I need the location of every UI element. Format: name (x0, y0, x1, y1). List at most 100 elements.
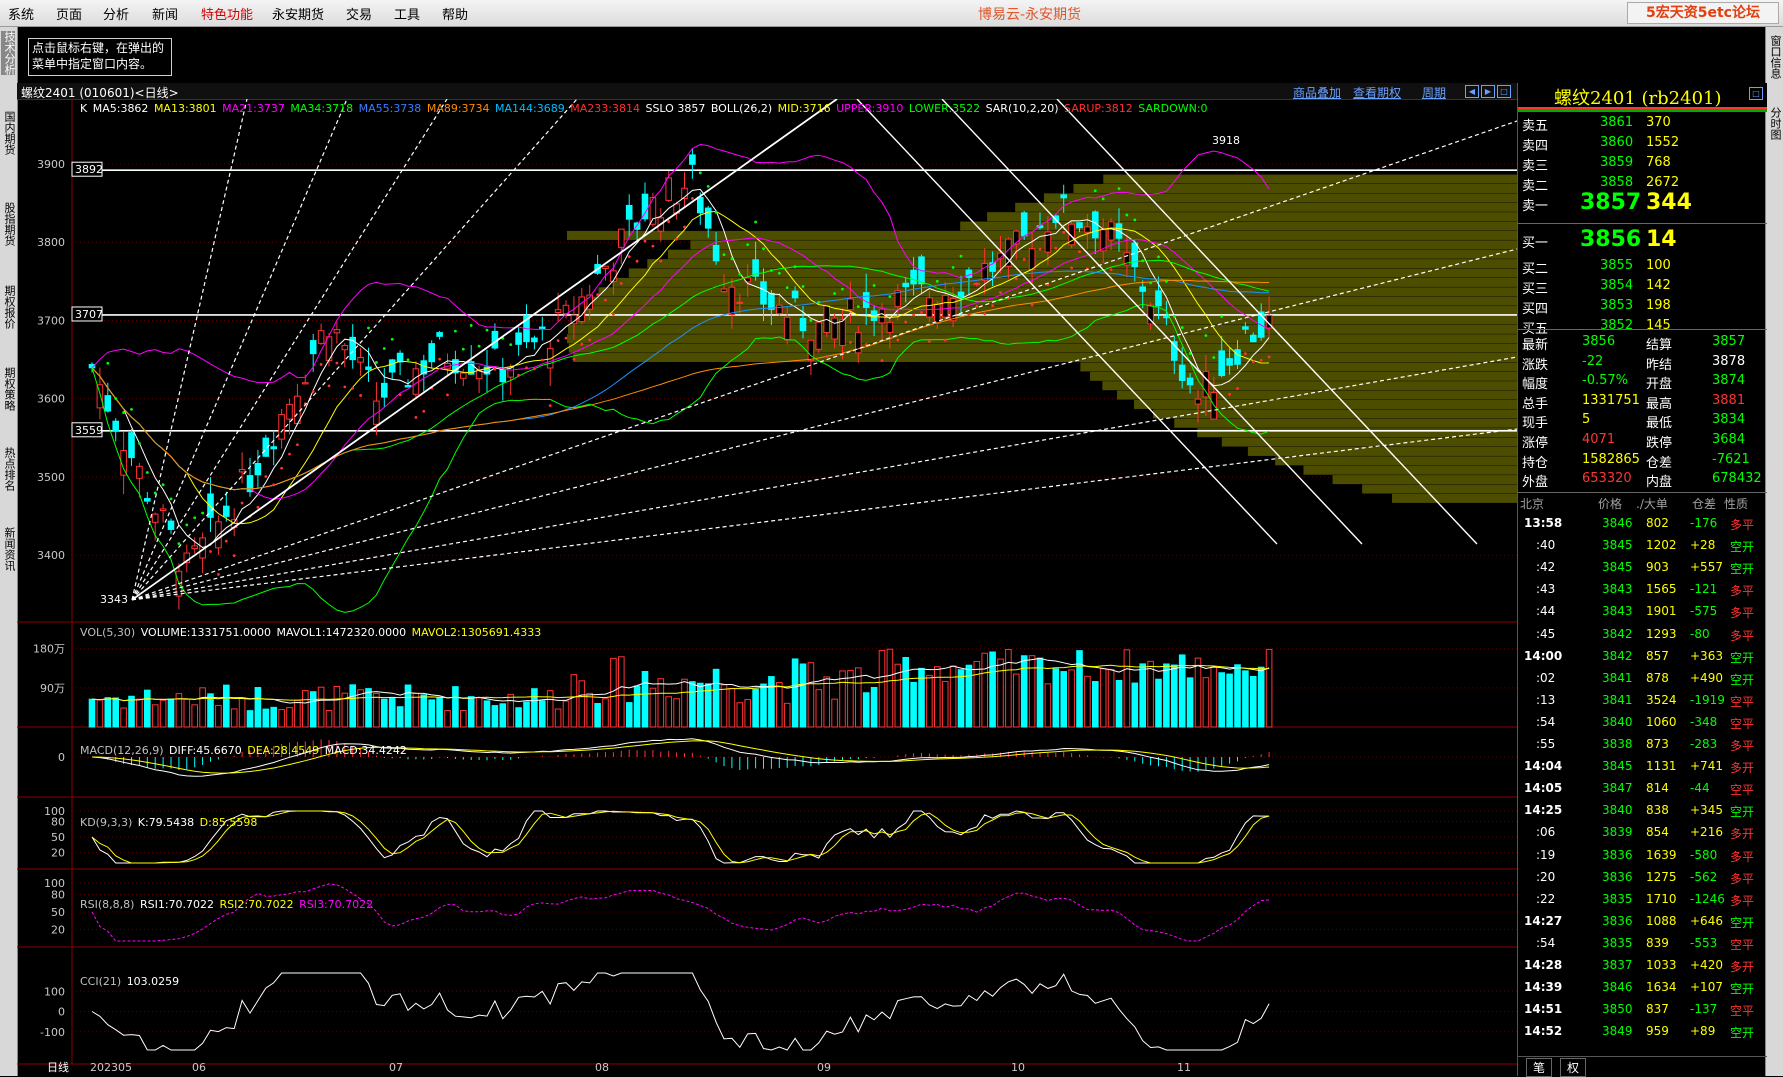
menu-item-1[interactable]: 页面 (56, 4, 82, 23)
sar-dot (390, 337, 394, 341)
candle-body (1163, 316, 1170, 319)
sar-dot (912, 313, 915, 317)
left-tab-0[interactable]: 技术分析 (1, 31, 16, 75)
volume-bar (1250, 675, 1257, 728)
volume-bar (791, 658, 799, 728)
volume-profile-bar (598, 287, 1517, 297)
candle-body (333, 329, 341, 334)
date-tick-label: 日线 (47, 1060, 69, 1074)
volume-bar (1139, 663, 1147, 728)
tick-row-11: 14:04 3845 1131 +741 多开 (1524, 759, 1755, 776)
menu-item-6[interactable]: 交易 (346, 4, 372, 23)
candle-body (736, 301, 744, 304)
left-tab-6[interactable]: 新闻资讯 (1, 527, 16, 571)
volume-bar (989, 651, 996, 728)
candle-body (625, 204, 633, 220)
ticks-header-4: 性质 (1724, 497, 1749, 511)
ticks-header-0: 北京 (1520, 497, 1545, 511)
sar-dot (327, 384, 331, 388)
volume-bar (460, 709, 467, 728)
sar-dot (193, 516, 197, 520)
volume-bar (728, 687, 736, 728)
candle-body (404, 384, 412, 388)
sar-dot (564, 336, 568, 340)
left-tab-5[interactable]: 热点排名 (1, 447, 16, 491)
volume-bar (586, 692, 594, 728)
quote-tab-1[interactable]: 权 (1560, 1058, 1587, 1077)
volume-bar (136, 698, 143, 728)
menu-item-4[interactable]: 特色功能 (201, 4, 253, 23)
candle-body (531, 337, 538, 343)
tick-row-16: :20 3836 1275 -562 多平 (1536, 869, 1755, 886)
volume-bar (1060, 671, 1068, 728)
candle-body (167, 520, 175, 530)
zoom-out-icon[interactable]: ▶ (1481, 85, 1495, 98)
sar-dot (849, 340, 852, 344)
menu-item-2[interactable]: 分析 (103, 4, 129, 23)
volume-bar (1194, 657, 1202, 728)
candle-body (776, 304, 783, 315)
left-tab-2[interactable]: 股指期货 (1, 202, 16, 246)
mainhdr-item-12: UPPER:3910 (836, 102, 907, 115)
volume-bar (183, 698, 191, 728)
rsi-tick-label: 20 (51, 923, 65, 936)
volume-bar (625, 702, 633, 728)
mainhdr-item-10: BOLL(26,2) (710, 102, 776, 115)
candle-body (128, 432, 135, 459)
left-tab-3[interactable]: 期权报价 (1, 285, 16, 329)
volume-profile-bar (1174, 418, 1517, 428)
menu-item-7[interactable]: 工具 (394, 4, 420, 23)
ask-row-1: 卖四 3860 1552 (1522, 135, 1680, 154)
mainhdr-item-11: MID:3716 (777, 102, 835, 115)
kline-chart[interactable]: 3900 3800 3700 3600 3500 3400 3892 3707 3559 3343… (17, 99, 1517, 1076)
candle-body (760, 281, 767, 305)
volume-profile-bar (568, 343, 1517, 353)
volume-bar (934, 666, 941, 728)
key-level-label: 3892 (75, 163, 103, 176)
sar-dot (896, 338, 900, 342)
tick-row-21: 14:39 3846 1634 +107 空开 (1524, 980, 1755, 997)
tick-row-7: :02 3841 878 +490 空开 (1536, 670, 1755, 687)
volume-bar (1044, 683, 1052, 728)
stat-row-5: 涨停 4071 跌停 3684 (1522, 432, 1746, 451)
candle-body (136, 465, 143, 479)
sar-dot (145, 471, 149, 474)
volume-bar (1028, 655, 1036, 728)
sar-dot (1101, 197, 1105, 201)
volume-profile-bar (1116, 390, 1517, 400)
menu-item-3[interactable]: 新闻 (152, 4, 178, 23)
sar-dot (1125, 213, 1129, 217)
stat-row-7: 外盘 653320 内盘 678432 (1522, 471, 1762, 491)
volume-bar (317, 686, 325, 728)
volume-bar (1099, 668, 1107, 728)
volume-profile-bar (1197, 428, 1517, 438)
menu-item-0[interactable]: 系统 (8, 4, 34, 23)
ask-row-0: 卖五 3861 370 (1522, 115, 1671, 134)
right-tab-0[interactable]: 窗口信息 (1767, 35, 1782, 79)
volume-bar (254, 687, 262, 728)
maximize-icon[interactable]: □ (1497, 85, 1511, 98)
volume-bar (515, 707, 522, 728)
volume-bar (823, 676, 831, 728)
left-tab-1[interactable]: 国内期货 (1, 111, 16, 155)
tick-row-0: 13:58 3846 802 -176 多平 (1524, 516, 1755, 532)
sar-dot (667, 220, 671, 223)
volume-bar (112, 697, 120, 728)
right-tab-1[interactable]: 分时图 (1767, 107, 1782, 140)
stat-row-2: 幅度 -0.57% 开盘 3874 (1522, 373, 1746, 393)
left-tab-4[interactable]: 期权策略 (1, 367, 16, 411)
quote-tab-0[interactable]: 笔 (1526, 1058, 1553, 1077)
panel-maximize-icon[interactable]: □ (1749, 87, 1763, 100)
ticks-header: 北京 价格 ./大单 仓差 性质 (1518, 495, 1767, 513)
volume-bar (444, 710, 451, 728)
candle-body (365, 366, 372, 370)
volume-bar (294, 699, 301, 728)
volume-bar (1226, 673, 1233, 728)
menu-item-8[interactable]: 帮助 (442, 4, 468, 23)
zoom-in-icon[interactable]: ◀ (1465, 85, 1479, 98)
sar-dot (1165, 280, 1168, 283)
mainhdr-item-5: MA55:3738 (358, 102, 425, 115)
sar-dot (1078, 250, 1081, 254)
menu-item-5[interactable]: 永安期货 (272, 4, 324, 23)
watermark-logo: 5宏天资5etc论坛 (1627, 2, 1779, 24)
